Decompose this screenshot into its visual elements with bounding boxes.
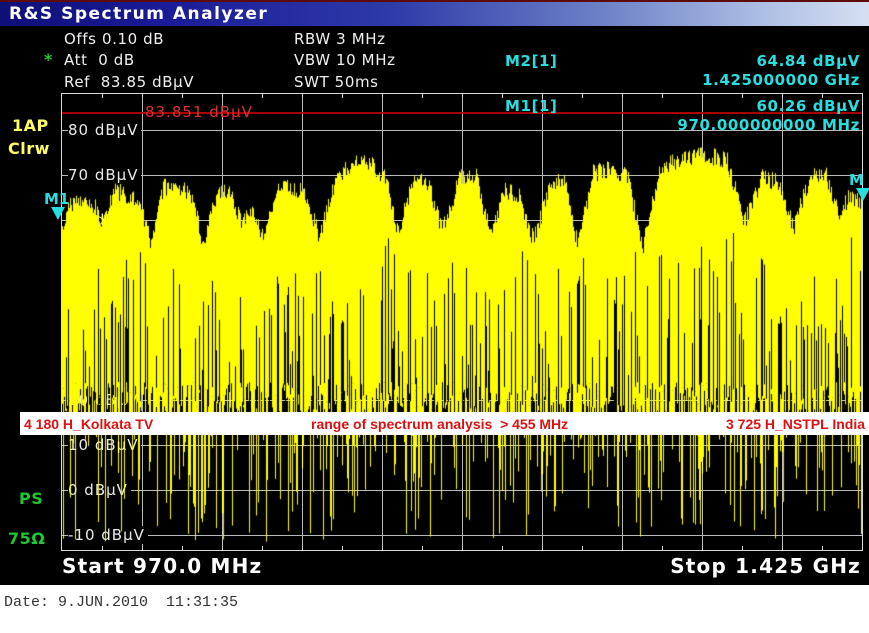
- marker-m2-name: M2[1]: [505, 52, 558, 70]
- setting-swt: SWT 50ms: [294, 73, 379, 91]
- setting-att: Att 0 dB: [64, 51, 135, 69]
- setting-rbw: RBW 3 MHz: [294, 30, 386, 48]
- marker-m2-freq: 1.425000000 GHz: [702, 71, 860, 89]
- annotation-band: 4 180 H_Kolkata TV range of spectrum ana…: [20, 412, 869, 435]
- marker-m2-triangle-icon: [856, 188, 869, 201]
- stop-frequency: Stop 1.425 GHz: [670, 554, 861, 578]
- ps-label: PS: [19, 489, 43, 508]
- spectrum-trace: [62, 94, 862, 550]
- att-coupled-asterisk: *: [44, 50, 52, 69]
- graticule: 83.851 dBµV 80 dBµV70 dBµV60 dBµV50 dBµV…: [61, 93, 863, 551]
- marker-m1-triangle-icon: [51, 207, 65, 220]
- title-bar: R&S Spectrum Analyzer: [0, 0, 869, 26]
- app-title: R&S Spectrum Analyzer: [9, 4, 268, 24]
- date-text: Date: 9.JUN.2010 11:31:35: [4, 594, 238, 611]
- impedance-label: 75Ω: [8, 529, 45, 548]
- annotation-right: 3 725 H_NSTPL India: [726, 416, 865, 432]
- trace-mode-label: 1AP: [12, 116, 49, 135]
- analyzer-screen: R&S Spectrum Analyzer Offs 0.10 dB Att 0…: [0, 0, 869, 585]
- start-frequency: Start 970.0 MHz: [62, 554, 262, 578]
- page: R&S Spectrum Analyzer Offs 0.10 dB Att 0…: [0, 0, 869, 633]
- trace-detector-label: Clrw: [8, 139, 50, 158]
- marker-m1-flag-label: M1: [44, 190, 69, 208]
- setting-offs: Offs 0.10 dB: [64, 30, 164, 48]
- marker-m1-name: M1[1]: [505, 97, 558, 115]
- marker-m1-freq: 970.000000000 MHz: [677, 116, 860, 134]
- setting-vbw: VBW 10 MHz: [294, 51, 396, 69]
- annotation-center: range of spectrum analysis > 455 MHz: [311, 416, 568, 432]
- annotation-left: 4 180 H_Kolkata TV: [24, 416, 153, 432]
- marker-m2-flag-label: M: [849, 171, 864, 189]
- marker-m2-level: 64.84 dBµV: [757, 52, 861, 70]
- frequency-bar: Start 970.0 MHz Stop 1.425 GHz: [62, 551, 861, 581]
- marker-m1-level: 60.26 dBµV: [757, 97, 861, 115]
- setting-ref: Ref 83.85 dBµV: [64, 73, 194, 91]
